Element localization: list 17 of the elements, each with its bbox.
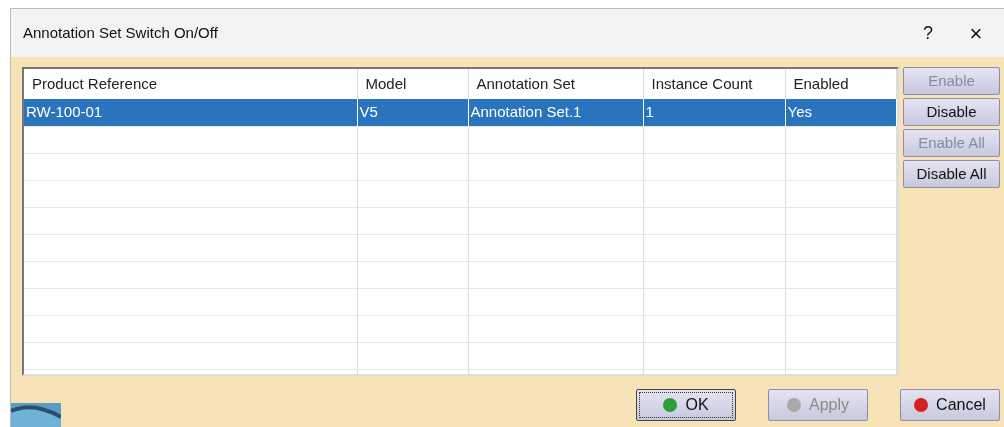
window-title: Annotation Set Switch On/Off (23, 22, 218, 43)
side-button[interactable]: Disable All (903, 160, 1000, 188)
help-button[interactable]: ? (908, 19, 948, 47)
column-header[interactable]: Model (365, 74, 407, 92)
column-header[interactable]: Instance Count (651, 74, 753, 92)
close-button[interactable]: × (956, 16, 996, 50)
table-cell: Annotation Set.1 (468, 99, 643, 126)
column-header[interactable]: Product Reference (32, 74, 158, 92)
side-button[interactable]: Disable (903, 98, 1000, 126)
table-cell: RW-100-01 (24, 99, 357, 126)
table-cell: V5 (357, 99, 468, 126)
table-cell: Yes (785, 99, 897, 126)
dialog-button[interactable]: Cancel (900, 389, 1000, 421)
column-header[interactable]: Enabled (793, 74, 849, 92)
column-header[interactable]: Annotation Set (476, 74, 575, 92)
table-cell: 1 (643, 99, 785, 126)
dialog-button[interactable]: OK (636, 389, 736, 421)
